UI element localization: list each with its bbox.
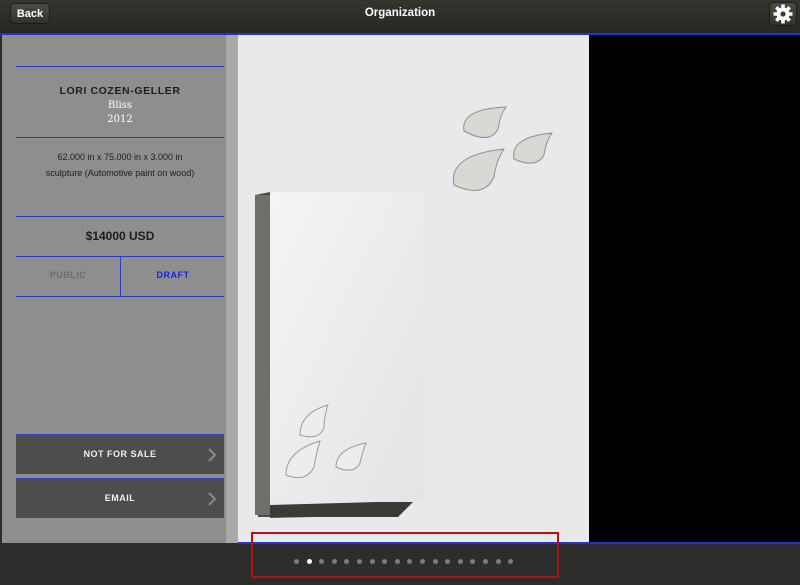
page-title: Organization	[364, 7, 436, 19]
artwork-medium: sculpture (Automotive paint on wood)	[45, 168, 195, 178]
email-label: EMAIL	[104, 493, 136, 503]
panel-edge	[226, 35, 238, 543]
artwork-sculpture-image	[255, 106, 554, 518]
artist-name: LORI COZEN-GELLER	[59, 85, 181, 97]
settings-button[interactable]	[769, 2, 797, 26]
email-button[interactable]: EMAIL	[16, 478, 224, 518]
back-button[interactable]: Back	[10, 3, 50, 24]
artwork-dimensions: 62.000 in x 75.000 in x 3.000 in	[57, 152, 183, 162]
divider	[16, 296, 224, 297]
gear-icon	[773, 4, 793, 24]
not-for-sale-label: NOT FOR SALE	[83, 449, 157, 459]
empty-preview-area	[589, 35, 800, 543]
divider	[16, 66, 224, 67]
artwork-title: Bliss	[107, 100, 132, 111]
artwork-price: $14000 USD	[85, 229, 155, 243]
divider	[16, 137, 224, 138]
visibility-public-option[interactable]: PUBLIC	[16, 270, 120, 280]
artwork-year: 2012	[107, 114, 133, 125]
not-for-sale-button[interactable]: NOT FOR SALE	[16, 434, 224, 474]
divider	[16, 216, 224, 217]
artwork-image[interactable]	[238, 35, 589, 543]
chevron-right-icon	[208, 448, 216, 462]
page-indicator-highlight	[251, 532, 559, 578]
visibility-draft-option[interactable]: DRAFT	[121, 270, 225, 280]
chevron-right-icon	[208, 492, 216, 506]
